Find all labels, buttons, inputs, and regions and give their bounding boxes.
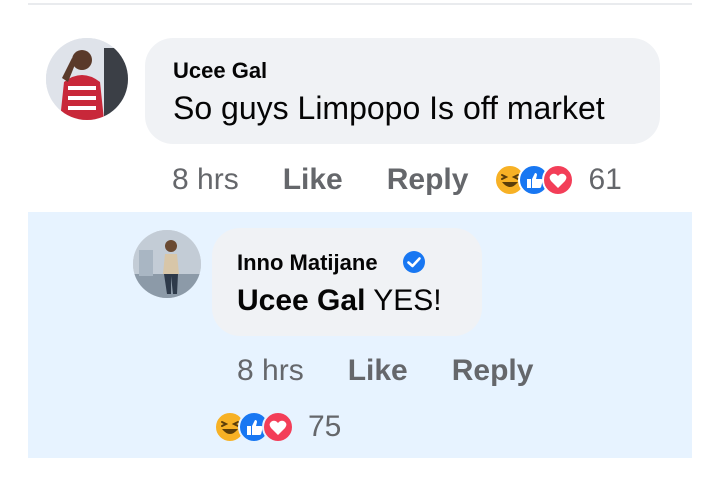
reaction-count: 75 (308, 410, 342, 443)
reply-button[interactable]: Reply (387, 163, 469, 197)
comment-timestamp[interactable]: 8 hrs (172, 163, 239, 197)
comment-text: So guys Limpopo Is off market (173, 90, 605, 126)
reply-bubble: Inno Matijane Ucee Gal YES! (212, 228, 482, 336)
like-button[interactable]: Like (348, 354, 408, 388)
reply-actions: 8 hrs Like Reply (237, 354, 533, 388)
reaction-count: 61 (588, 163, 622, 196)
reply-text: Ucee Gal YES! (237, 284, 442, 318)
top-divider (28, 3, 692, 5)
love-reaction-icon (542, 164, 575, 196)
reply-message: YES! (373, 284, 442, 317)
verified-badge-icon (403, 251, 425, 273)
reply-button[interactable]: Reply (452, 354, 534, 388)
reaction-summary[interactable]: 61 (494, 163, 622, 197)
avatar[interactable] (133, 230, 201, 298)
reaction-summary[interactable]: 75 (214, 410, 341, 444)
comment-bubble: Ucee Gal So guys Limpopo Is off market (145, 38, 660, 144)
avatar[interactable] (46, 38, 128, 120)
like-button[interactable]: Like (283, 163, 343, 197)
reply-timestamp[interactable]: 8 hrs (237, 354, 304, 388)
comment-actions: 8 hrs Like Reply 61 (172, 163, 622, 197)
reply-author-name[interactable]: Inno Matijane (237, 250, 378, 276)
mention-link[interactable]: Ucee Gal (237, 284, 365, 317)
comment-author-name[interactable]: Ucee Gal (173, 58, 267, 84)
love-reaction-icon (262, 411, 294, 443)
